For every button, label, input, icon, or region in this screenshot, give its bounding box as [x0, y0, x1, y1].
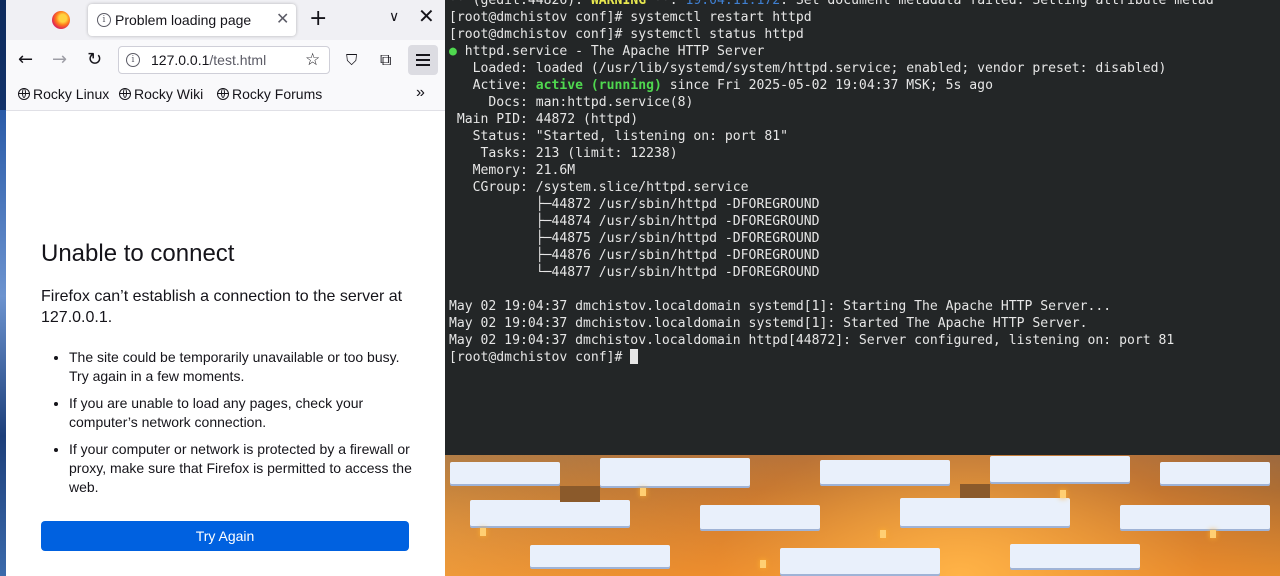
terminal-line-active: Active: active (running) since Fri 2025-…: [449, 77, 1280, 94]
chevron-down-icon[interactable]: ∨: [389, 9, 399, 25]
try-again-button[interactable]: Try Again: [41, 521, 409, 551]
suggestion-item: The site could be temporarily unavailabl…: [69, 348, 413, 386]
back-arrow-icon[interactable]: ←: [18, 49, 33, 70]
terminal-line: CGroup: /system.slice/httpd.service: [449, 180, 749, 195]
error-page: Unable to connect Firefox can’t establis…: [41, 240, 413, 505]
prompt-text: [root@dmchistov conf]#: [449, 350, 631, 365]
firefox-logo-icon[interactable]: [52, 11, 70, 29]
globe-icon: [119, 88, 131, 100]
lit-window: [1210, 530, 1216, 538]
terminal-line: Loaded: loaded (/usr/lib/systemd/system/…: [449, 61, 1167, 76]
url-host: 127.0.0.1: [151, 52, 210, 68]
terminal-log-line: May 02 19:04:37 dmchistov.localdomain ht…: [449, 333, 1175, 348]
terminal-line: Memory: 21.6M: [449, 163, 576, 178]
lit-window: [760, 560, 766, 568]
warning-label: WARNING: [590, 0, 647, 8]
terminal-line-warning: ** (gedit:44826): WARNING **: 19:04:11.1…: [449, 0, 1280, 9]
reload-icon[interactable]: ↻: [87, 49, 102, 70]
navigation-toolbar: ← → ↻ i 127.0.0.1/test.html ☆ ⛉ ⧉: [6, 40, 445, 80]
extensions-icon[interactable]: ⧉: [380, 50, 391, 70]
active-prefix: Active:: [449, 78, 536, 93]
terminal-line: Main PID: 44872 (httpd): [449, 112, 639, 127]
info-icon: i: [97, 13, 111, 27]
new-tab-icon[interactable]: +: [309, 6, 327, 31]
snow-roof: [470, 500, 630, 526]
menu-button[interactable]: [408, 45, 438, 75]
snow-roof: [820, 460, 950, 484]
hamburger-icon: [416, 54, 430, 56]
terminal-prompt-line[interactable]: [root@dmchistov conf]#: [449, 349, 1280, 366]
warning-prefix: ** (gedit:44826):: [449, 0, 591, 8]
snow-roof: [600, 458, 750, 486]
bookmark-label: Rocky Linux: [33, 86, 110, 102]
suggestion-item: If you are unable to load any pages, che…: [69, 394, 413, 432]
error-message: Firefox can’t establish a connection to …: [41, 288, 403, 326]
globe-icon: [217, 88, 229, 100]
terminal-line: [root@dmchistov conf]# systemctl restart…: [449, 10, 812, 25]
close-window-icon[interactable]: ✕: [418, 4, 435, 28]
bookmark-star-icon[interactable]: ☆: [305, 50, 320, 70]
snow-roof: [1120, 505, 1270, 529]
bookmark-rocky-linux[interactable]: Rocky Linux: [18, 86, 109, 102]
terminal-log-line: May 02 19:04:37 dmchistov.localdomain sy…: [449, 299, 1112, 314]
error-suggestions: The site could be temporarily unavailabl…: [41, 348, 413, 497]
suggestion-item: If your computer or network is protected…: [69, 440, 413, 497]
lit-window: [480, 528, 486, 536]
bookmarks-toolbar: Rocky Linux Rocky Wiki Rocky Forums »: [6, 80, 445, 111]
lit-window: [880, 530, 886, 538]
snow-roof: [530, 545, 670, 567]
warning-time: 19:04:11.172: [685, 0, 781, 8]
snow-roof: [990, 456, 1130, 482]
snow-roof: [450, 462, 560, 484]
url-path: /test.html: [209, 52, 267, 68]
firefox-window: i Problem loading page ✕ + ∨ ✕ ← → ↻ i 1…: [6, 0, 445, 576]
terminal-log-line: May 02 19:04:37 dmchistov.localdomain sy…: [449, 316, 1088, 331]
snow-roof: [1160, 462, 1270, 484]
house-wall: [560, 486, 600, 502]
warning-mid: **:: [646, 0, 686, 8]
url-bar[interactable]: i 127.0.0.1/test.html ☆: [118, 46, 330, 74]
text-cursor: [630, 349, 639, 364]
snow-roof: [700, 505, 820, 529]
forward-arrow-icon[interactable]: →: [52, 49, 67, 70]
terminal-line-service: ● httpd.service - The Apache HTTP Server: [449, 43, 1280, 60]
lit-window: [640, 488, 646, 496]
tab-problem-loading[interactable]: i Problem loading page ✕: [88, 4, 296, 36]
pocket-icon[interactable]: ⛉: [346, 51, 357, 69]
error-heading: Unable to connect: [41, 240, 235, 267]
terminal-line: [root@dmchistov conf]# systemctl status …: [449, 27, 804, 42]
terminal-line: ├─44874 /usr/sbin/httpd -DFOREGROUND: [449, 214, 820, 229]
bookmark-rocky-forums[interactable]: Rocky Forums: [217, 86, 322, 102]
terminal-line: ├─44876 /usr/sbin/httpd -DFOREGROUND: [449, 248, 820, 263]
terminal-line: ├─44875 /usr/sbin/httpd -DFOREGROUND: [449, 231, 820, 246]
snow-roof: [1010, 544, 1140, 568]
snow-roof: [900, 498, 1070, 526]
bookmark-label: Rocky Forums: [232, 86, 323, 102]
active-state: active (running): [535, 78, 662, 93]
lit-window: [1060, 490, 1066, 498]
site-info-icon[interactable]: i: [126, 53, 140, 67]
active-rest: since Fri 2025-05-02 19:04:37 MSK; 5s ag…: [661, 78, 993, 93]
snow-roof: [780, 548, 940, 574]
terminal-line: Docs: man:httpd.service(8): [449, 95, 694, 110]
bookmark-label: Rocky Wiki: [134, 86, 204, 102]
terminal-line: Tasks: 213 (limit: 12238): [449, 146, 678, 161]
status-dot-icon: ●: [449, 44, 457, 59]
house-wall: [960, 484, 990, 498]
service-name: httpd.service - The Apache HTTP Server: [456, 44, 765, 59]
warning-rest: : Set document metadata failed: Setting …: [780, 0, 1214, 8]
terminal-window[interactable]: ** (gedit:44826): WARNING **: 19:04:11.1…: [445, 0, 1280, 455]
terminal-line: Status: "Started, listening on: port 81": [449, 129, 788, 144]
close-tab-icon[interactable]: ✕: [276, 9, 289, 28]
tab-bar: i Problem loading page ✕ + ∨ ✕: [6, 0, 445, 40]
terminal-line: ├─44872 /usr/sbin/httpd -DFOREGROUND: [449, 197, 820, 212]
url-text[interactable]: 127.0.0.1/test.html: [151, 52, 266, 68]
tab-title: Problem loading page: [115, 12, 252, 28]
terminal-line: └─44877 /usr/sbin/httpd -DFOREGROUND: [449, 265, 820, 280]
globe-icon: [18, 88, 30, 100]
bookmark-rocky-wiki[interactable]: Rocky Wiki: [119, 86, 203, 102]
double-chevron-right-icon[interactable]: »: [416, 84, 425, 102]
